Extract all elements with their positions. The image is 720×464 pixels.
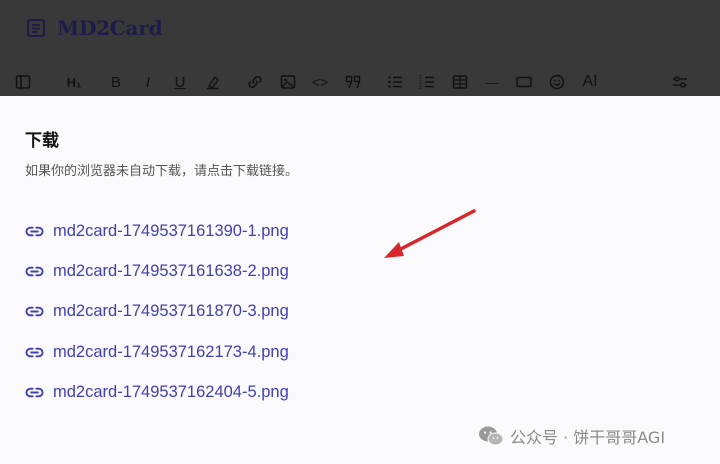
underline-button[interactable]: U xyxy=(170,72,190,92)
numbered-list-icon: 123 xyxy=(419,75,434,90)
download-title: 下载 xyxy=(25,131,59,151)
download-link[interactable]: md2card-1749537161870-3.png xyxy=(25,302,289,321)
code-button[interactable]: <> xyxy=(310,72,330,92)
download-link-label: md2card-1749537161870-3.png xyxy=(53,302,289,320)
link-icon xyxy=(25,266,44,277)
heading-button[interactable]: H₁ xyxy=(64,72,84,92)
download-description: 如果你的浏览器未自动下载，请点击下载链接。 xyxy=(25,164,299,179)
image-icon xyxy=(280,75,296,89)
frame-icon xyxy=(516,76,532,88)
link-button[interactable] xyxy=(245,72,265,92)
download-link-label: md2card-1749537161638-2.png xyxy=(53,262,289,280)
emoji-button[interactable] xyxy=(547,72,567,92)
numbered-list-button[interactable]: 123 xyxy=(417,72,437,92)
emoji-icon xyxy=(549,74,565,90)
editor-toolbar: H₁ B I U <> 123 — AI xyxy=(0,68,720,96)
strikethrough-icon xyxy=(207,75,219,90)
strikethrough-button[interactable] xyxy=(203,72,223,92)
bullet-list-icon xyxy=(388,76,402,88)
link-icon xyxy=(25,226,44,237)
image-button[interactable] xyxy=(278,72,298,92)
download-link-label: md2card-1749537162404-5.png xyxy=(53,383,289,401)
download-link[interactable]: md2card-1749537161390-1.png xyxy=(25,222,289,241)
download-link[interactable]: md2card-1749537161638-2.png xyxy=(25,262,289,281)
link-icon xyxy=(25,387,44,398)
wechat-icon xyxy=(479,426,504,446)
svg-text:3: 3 xyxy=(419,85,422,90)
download-link-label: md2card-1749537161390-1.png xyxy=(53,222,289,240)
download-link[interactable]: md2card-1749537162173-4.png xyxy=(25,343,289,362)
download-link[interactable]: md2card-1749537162404-5.png xyxy=(25,383,289,402)
italic-button[interactable]: I xyxy=(138,72,158,92)
table-icon xyxy=(452,75,468,89)
link-icon xyxy=(25,306,44,317)
quote-icon xyxy=(345,75,361,89)
bullet-list-button[interactable] xyxy=(385,72,405,92)
bold-button[interactable]: B xyxy=(106,72,126,92)
sidebar-toggle-button[interactable] xyxy=(13,72,33,92)
sidebar-toggle-icon xyxy=(15,75,31,89)
notebook-icon xyxy=(27,19,45,37)
settings-button[interactable] xyxy=(670,72,690,92)
app-name: MD2Card xyxy=(57,16,163,40)
watermark: 公众号 · 饼干哥哥AGI xyxy=(478,424,665,448)
ai-button[interactable]: AI xyxy=(580,72,600,92)
link-icon xyxy=(248,75,262,89)
link-icon xyxy=(25,347,44,358)
frame-button[interactable] xyxy=(514,72,534,92)
app-header: MD2Card H₁ B I U <> 123 — AI xyxy=(0,0,720,96)
settings-sliders-icon xyxy=(673,76,687,88)
quote-button[interactable] xyxy=(343,72,363,92)
horizontal-rule-button[interactable]: — xyxy=(482,72,502,92)
table-button[interactable] xyxy=(450,72,470,92)
watermark-text: 公众号 · 饼干哥哥AGI xyxy=(510,428,666,447)
app-logo[interactable]: MD2Card xyxy=(27,16,163,40)
download-link-label: md2card-1749537162173-4.png xyxy=(53,343,289,361)
